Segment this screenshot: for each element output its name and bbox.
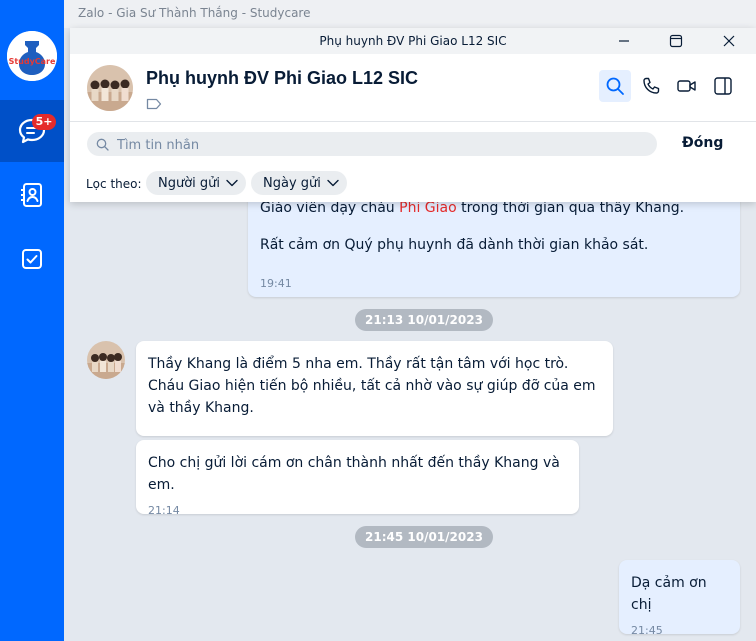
message-incoming[interactable]: Thầy Khang là điểm 5 nha em. Thầy rất tậ… <box>136 341 613 436</box>
user-avatar[interactable]: StudyCare <box>7 31 57 81</box>
filter-date-dropdown[interactable]: Ngày gửi <box>251 171 347 195</box>
search-popup-window: Phụ huynh ĐV Phi Giao L12 SIC Phụ huynh … <box>70 28 756 202</box>
minimize-button[interactable] <box>602 28 646 54</box>
message-text: Dạ cảm ơn chị <box>631 575 707 613</box>
maximize-button[interactable] <box>654 28 698 54</box>
message-time: 19:41 <box>260 277 292 290</box>
filter-sender-label: Người gửi <box>158 175 221 191</box>
close-icon <box>723 35 735 47</box>
message-incoming[interactable]: Cho chị gửi lời cám ơn chân thành nhất đ… <box>136 440 579 517</box>
tag-icon <box>146 98 162 110</box>
filter-date-label: Ngày gửi <box>263 175 321 191</box>
sidebar-item-todo[interactable] <box>0 228 64 290</box>
message-time: 21:45 <box>631 624 663 637</box>
left-sidebar <box>0 0 64 641</box>
header-divider <box>70 121 756 122</box>
app-window-title: Zalo - Gia Sư Thành Thắng - Studycare <box>78 6 311 20</box>
todo-check-icon <box>22 249 42 269</box>
tag-button[interactable] <box>146 95 162 114</box>
message-text: Thầy Khang là điểm 5 nha em. Thầy rất tậ… <box>148 356 596 416</box>
toggle-info-panel-button[interactable] <box>707 70 739 102</box>
minimize-icon <box>619 40 629 42</box>
filter-label: Lọc theo: <box>86 177 142 191</box>
search-icon <box>96 138 109 151</box>
search-messages-button[interactable] <box>599 70 631 102</box>
date-separator: 21:45 10/01/2023 <box>355 526 493 548</box>
date-separator: 21:13 10/01/2023 <box>355 309 493 331</box>
message-time: 21:14 <box>148 504 180 517</box>
chevron-down-icon <box>327 179 339 187</box>
message-search-box[interactable] <box>87 132 657 156</box>
sidebar-item-contacts[interactable] <box>0 164 64 226</box>
maximize-icon <box>669 34 683 48</box>
conversation-name: Phụ huynh ĐV Phi Giao L12 SIC <box>146 68 419 88</box>
sidebar-item-messages[interactable] <box>0 100 64 162</box>
message-text: Cho chị gửi lời cám ơn chân thành nhất đ… <box>148 455 560 493</box>
highlight-name: Phi Giao <box>399 200 457 216</box>
video-icon <box>677 80 696 92</box>
search-icon <box>606 77 624 95</box>
message-text: Rất cảm ơn Quý phụ huynh đã dành thời gi… <box>260 237 649 253</box>
voice-call-button[interactable] <box>635 70 667 102</box>
contacts-icon <box>21 183 42 207</box>
sidebar-panel-icon <box>714 77 732 95</box>
close-window-button[interactable] <box>707 28 751 54</box>
unread-badge: 5+ <box>32 114 56 130</box>
chevron-down-icon <box>226 179 238 187</box>
logo-text: StudyCare <box>9 57 56 66</box>
message-outgoing[interactable]: Dạ cảm ơn chị 21:45 <box>619 560 740 637</box>
filter-sender-dropdown[interactable]: Người gửi <box>146 171 247 195</box>
phone-icon <box>643 77 660 94</box>
app-title-bar: Zalo - Gia Sư Thành Thắng - Studycare <box>64 0 756 28</box>
sender-avatar[interactable] <box>87 341 125 379</box>
close-search-button[interactable]: Đóng <box>682 135 723 151</box>
conversation-avatar[interactable] <box>87 65 133 111</box>
message-search-input[interactable] <box>115 134 639 156</box>
video-call-button[interactable] <box>671 70 703 102</box>
